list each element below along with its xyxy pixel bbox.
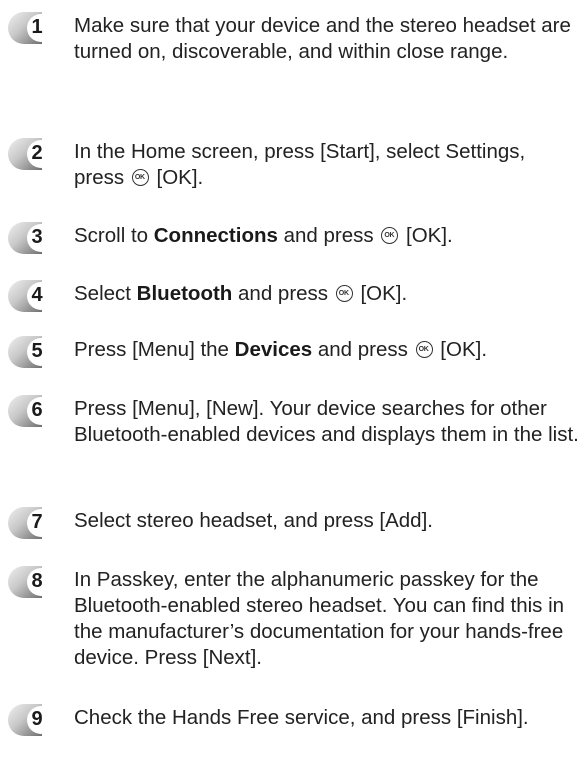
step-text: Press [Menu], [New]. Your device searche… xyxy=(74,397,579,446)
step-number: 7 xyxy=(31,511,43,533)
ok-button-icon: OK xyxy=(415,341,433,358)
step-number: 2 xyxy=(31,142,43,164)
ok-icon-label: OK xyxy=(338,290,349,297)
step-number: 1 xyxy=(31,16,43,38)
ok-button-icon: OK xyxy=(131,169,149,186)
ok-icon-label: OK xyxy=(384,232,395,239)
step-text: Select Bluetooth and press OK [OK]. xyxy=(74,282,408,305)
step-number: 6 xyxy=(31,399,43,421)
step-text: Make sure that your device and the stere… xyxy=(74,14,571,63)
ok-icon-label: OK xyxy=(134,174,145,181)
ok-icon-label: OK xyxy=(418,346,429,353)
bold-term: Devices xyxy=(234,338,313,361)
step-number: 4 xyxy=(31,284,43,306)
ok-button-icon: OK xyxy=(335,285,353,302)
ok-button-icon: OK xyxy=(381,227,399,244)
step-text: In the Home screen, press [Start], selec… xyxy=(74,140,526,189)
bold-term: Bluetooth xyxy=(136,282,233,305)
bold-term: Connections xyxy=(153,224,278,247)
step-text: Select stereo headset, and press [Add]. xyxy=(74,509,433,532)
step-number: 5 xyxy=(31,340,43,362)
step-number: 3 xyxy=(31,226,43,248)
step-text: Check the Hands Free service, and press … xyxy=(74,706,529,729)
step-text: Scroll to Connections and press OK [OK]. xyxy=(74,224,453,247)
step-number: 9 xyxy=(31,708,43,730)
step-text: In Passkey, enter the alphanumeric passk… xyxy=(74,568,565,669)
step-text: Press [Menu] the Devices and press OK [O… xyxy=(74,338,488,361)
step-number: 8 xyxy=(31,570,43,592)
